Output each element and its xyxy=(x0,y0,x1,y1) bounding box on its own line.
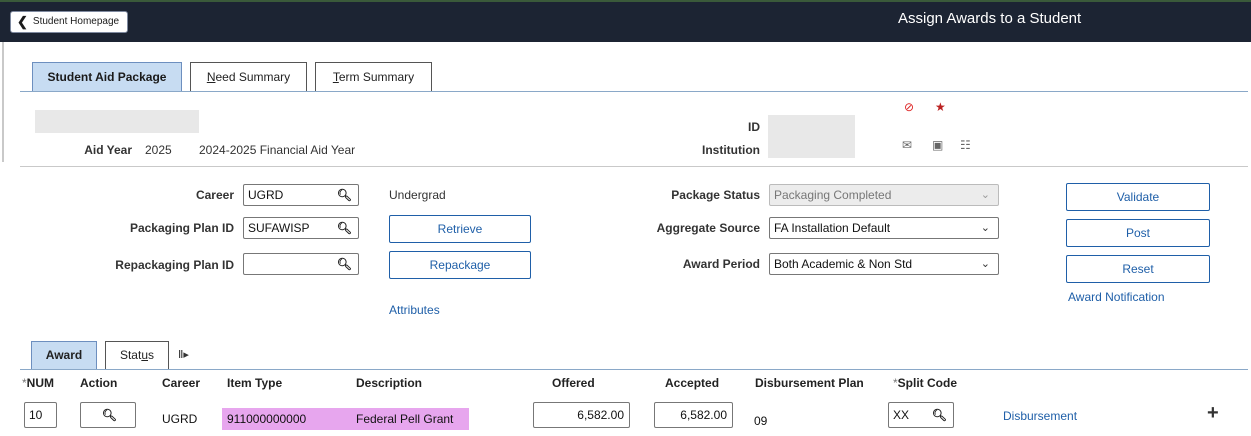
validate-button[interactable]: Validate xyxy=(1066,183,1210,211)
tab-need-summary[interactable]: Need Summary xyxy=(190,62,307,91)
post-button[interactable]: Post xyxy=(1066,219,1210,247)
id-label: ID xyxy=(748,120,760,134)
row-item-type: 911000000000 xyxy=(222,408,352,430)
col-accepted: Accepted xyxy=(665,376,720,390)
career-label: Career xyxy=(195,188,234,202)
col-item-type: Item Type xyxy=(227,376,283,390)
search-icon[interactable]: 🔍︎ xyxy=(337,185,352,205)
mail-icon[interactable]: ✉ xyxy=(902,138,912,152)
career-value: UGRD xyxy=(248,188,284,202)
prohibited-icon[interactable]: ⊘ xyxy=(904,100,914,114)
split-code-value: XX xyxy=(893,408,910,422)
institution-label: Institution xyxy=(702,143,760,157)
tab-student-aid-package-label: Student Aid Package xyxy=(47,70,167,84)
packaging-plan-input[interactable]: SUFAWISP 🔍︎ xyxy=(243,217,359,239)
award-period-value: Both Academic & Non Std xyxy=(774,257,913,271)
tab-award[interactable]: Award xyxy=(31,341,97,369)
aid-year-value: 2025 xyxy=(145,143,172,157)
col-career: Career xyxy=(162,376,201,390)
chevron-left-icon: ❮ xyxy=(17,14,28,29)
package-status-label: Package Status xyxy=(671,188,760,202)
reset-button[interactable]: Reset xyxy=(1066,255,1210,283)
tab-need-summary-label: eed Summary xyxy=(215,70,291,84)
row-career: UGRD xyxy=(162,412,198,426)
award-tab-underline xyxy=(20,369,1248,370)
note-icon[interactable]: ▣ xyxy=(932,138,943,152)
student-homepage-label: Student Homepage xyxy=(32,16,120,27)
col-disbursement-plan: Disbursement Plan xyxy=(755,376,864,390)
package-status-select: Packaging Completed ⌄ xyxy=(769,184,999,206)
repackage-button[interactable]: Repackage xyxy=(389,251,531,279)
career-input[interactable]: UGRD 🔍︎ xyxy=(243,184,359,206)
student-homepage-button[interactable]: ❮ Student Homepage xyxy=(10,11,129,33)
tab-term-summary-label: erm Summary xyxy=(338,70,415,84)
left-divider xyxy=(2,42,4,162)
comment-icon[interactable]: ☷ xyxy=(960,138,971,152)
split-code-input[interactable]: XX 🔍︎ xyxy=(888,402,954,428)
attributes-link[interactable]: Attributes xyxy=(389,303,440,317)
col-num-label: NUM xyxy=(26,376,54,390)
col-num: *NUM xyxy=(22,376,54,390)
search-icon[interactable]: 🔍︎ xyxy=(337,254,352,274)
chevron-down-icon: ⌄ xyxy=(980,222,990,234)
row-disbursement-plan: 09 xyxy=(754,414,768,428)
packaging-plan-label: Packaging Plan ID xyxy=(129,221,234,235)
award-period-label: Award Period xyxy=(682,257,760,271)
tab-status-label-b: s xyxy=(148,348,155,362)
row-description: Federal Pell Grant xyxy=(351,408,469,430)
star-icon[interactable]: ★ xyxy=(935,100,946,114)
action-lookup[interactable]: 🔍︎ xyxy=(80,402,136,428)
package-status-value: Packaging Completed xyxy=(774,188,892,202)
tab-status[interactable]: Status xyxy=(105,341,169,369)
search-icon[interactable]: 🔍︎ xyxy=(102,403,117,427)
add-row-icon[interactable]: + xyxy=(1207,402,1219,425)
num-input[interactable]: 10 xyxy=(24,402,57,428)
accepted-input[interactable]: 6,582.00 xyxy=(654,402,733,428)
packaging-plan-value: SUFAWISP xyxy=(248,221,310,235)
tab-term-summary[interactable]: Term Summary xyxy=(315,62,432,91)
career-description: Undergrad xyxy=(389,188,446,202)
offered-input[interactable]: 6,582.00 xyxy=(533,402,630,428)
col-description: Description xyxy=(356,376,423,390)
col-offered: Offered xyxy=(552,376,595,390)
student-name-redacted xyxy=(35,110,199,133)
id-institution-redacted xyxy=(768,115,855,158)
chevron-down-icon: ⌄ xyxy=(980,258,990,270)
retrieve-button[interactable]: Retrieve xyxy=(389,215,531,243)
award-notification-link[interactable]: Award Notification xyxy=(1068,290,1165,304)
aid-year-label: Aid Year xyxy=(84,143,132,157)
repackaging-plan-label: Repackaging Plan ID xyxy=(115,258,234,272)
search-icon[interactable]: 🔍︎ xyxy=(932,403,947,427)
repackaging-plan-input[interactable]: 🔍︎ xyxy=(243,253,359,275)
show-all-columns-icon[interactable]: Ⅱ▸ xyxy=(178,348,189,361)
page-title: Assign Awards to a Student xyxy=(898,10,1082,27)
award-period-select[interactable]: Both Academic & Non Std ⌄ xyxy=(769,253,999,275)
aggregate-source-select[interactable]: FA Installation Default ⌄ xyxy=(769,217,999,239)
col-split-code: *Split Code xyxy=(893,376,957,390)
tab-status-accesskey: u xyxy=(141,348,149,362)
aggregate-source-label: Aggregate Source xyxy=(656,221,760,235)
col-action: Action xyxy=(80,376,118,390)
section-divider xyxy=(20,166,1248,167)
aid-year-description: 2024-2025 Financial Aid Year xyxy=(199,143,356,157)
tab-underline xyxy=(20,91,1248,92)
tab-status-label-a: Stat xyxy=(119,348,142,362)
tab-student-aid-package[interactable]: Student Aid Package xyxy=(32,62,182,91)
disbursement-link[interactable]: Disbursement xyxy=(1003,409,1077,423)
chevron-down-icon: ⌄ xyxy=(980,189,990,201)
search-icon[interactable]: 🔍︎ xyxy=(337,218,352,238)
aggregate-source-value: FA Installation Default xyxy=(774,221,891,235)
col-split-code-label: Split Code xyxy=(897,376,958,390)
